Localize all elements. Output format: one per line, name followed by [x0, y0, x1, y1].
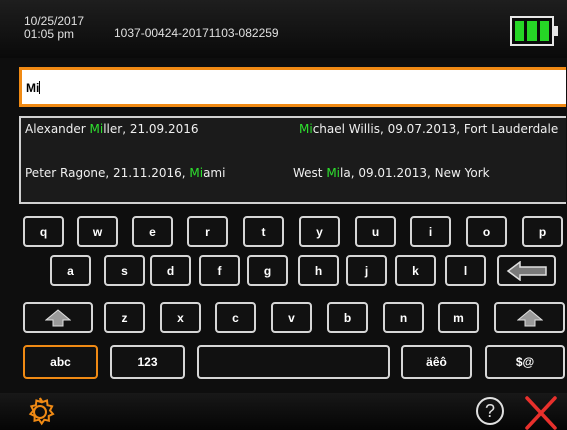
footer-bar: ? — [0, 393, 567, 430]
shift-key-right[interactable] — [494, 302, 565, 333]
battery-icon — [510, 16, 554, 46]
key-x[interactable]: x — [160, 302, 201, 333]
key-w[interactable]: w — [77, 216, 118, 247]
space-key[interactable] — [197, 345, 390, 379]
gear-icon[interactable] — [23, 395, 57, 429]
result-match: Mi — [299, 122, 313, 136]
key-r[interactable]: r — [187, 216, 228, 247]
results-list: Alexander Miller, 21.09.2016 Michael Wil… — [19, 116, 566, 204]
backspace-key[interactable] — [497, 255, 556, 286]
key-v[interactable]: v — [271, 302, 312, 333]
document-id: 1037-00424-20171103-082259 — [114, 26, 279, 40]
key-h[interactable]: h — [298, 255, 339, 286]
battery-cell — [539, 21, 549, 41]
text-cursor — [39, 81, 41, 94]
result-text: West — [293, 166, 327, 180]
shift-icon — [516, 308, 543, 326]
result-item[interactable]: West Mila, 09.01.2013, New York — [293, 166, 490, 180]
key-y[interactable]: y — [299, 216, 340, 247]
shift-icon — [45, 308, 71, 326]
result-match: Mi — [326, 166, 341, 180]
result-text: la, 09.01.2013, New York — [340, 166, 490, 180]
shift-key-left[interactable] — [23, 302, 93, 333]
abc-key[interactable]: abc — [23, 345, 98, 379]
key-d[interactable]: d — [150, 255, 191, 286]
key-j[interactable]: j — [346, 255, 387, 286]
accents-key[interactable]: äêô — [401, 345, 472, 379]
key-m[interactable]: m — [438, 302, 479, 333]
result-item[interactable]: Alexander Miller, 21.09.2016 — [25, 122, 199, 136]
key-q[interactable]: q — [23, 216, 64, 247]
key-u[interactable]: u — [355, 216, 396, 247]
close-icon[interactable] — [523, 396, 559, 430]
help-icon[interactable]: ? — [474, 395, 506, 427]
key-b[interactable]: b — [327, 302, 368, 333]
key-e[interactable]: e — [132, 216, 173, 247]
header-bar: 10/25/2017 01:05 pm 1037-00424-20171103-… — [0, 0, 567, 58]
result-match: Mi — [89, 122, 104, 136]
svg-text:?: ? — [485, 401, 495, 421]
key-s[interactable]: s — [104, 255, 145, 286]
key-i[interactable]: i — [410, 216, 451, 247]
key-p[interactable]: p — [522, 216, 563, 247]
result-text: Peter Ragone, 21.11.2016, — [25, 166, 190, 180]
key-c[interactable]: c — [215, 302, 256, 333]
battery-tip — [554, 26, 558, 36]
datetime: 10/25/2017 01:05 pm — [24, 15, 84, 41]
key-f[interactable]: f — [199, 255, 240, 286]
symbols-key[interactable]: $@ — [485, 345, 565, 379]
result-item[interactable]: Peter Ragone, 21.11.2016, Miami — [25, 166, 225, 180]
key-n[interactable]: n — [383, 302, 424, 333]
result-item[interactable]: Michael Willis, 09.07.2013, Fort Lauderd… — [299, 122, 561, 136]
battery-cell — [527, 21, 537, 41]
result-text: chael Willis, 09.07.2013, Fort Lauderdal… — [312, 122, 559, 136]
result-text: Alexander — [25, 122, 90, 136]
time-label: 01:05 pm — [24, 27, 75, 41]
backspace-icon — [506, 260, 547, 281]
key-g[interactable]: g — [247, 255, 288, 286]
result-match: Mi — [189, 166, 204, 180]
key-a[interactable]: a — [50, 255, 91, 286]
search-input[interactable]: Mi — [19, 67, 566, 107]
numbers-key[interactable]: 123 — [110, 345, 185, 379]
key-o[interactable]: o — [466, 216, 507, 247]
key-t[interactable]: t — [243, 216, 284, 247]
result-text: ami — [203, 166, 226, 180]
key-z[interactable]: z — [104, 302, 145, 333]
search-value: Mi — [26, 81, 40, 95]
battery-cell — [515, 21, 525, 41]
result-text: ller, 21.09.2016 — [103, 122, 199, 136]
key-k[interactable]: k — [395, 255, 436, 286]
key-l[interactable]: l — [445, 255, 486, 286]
